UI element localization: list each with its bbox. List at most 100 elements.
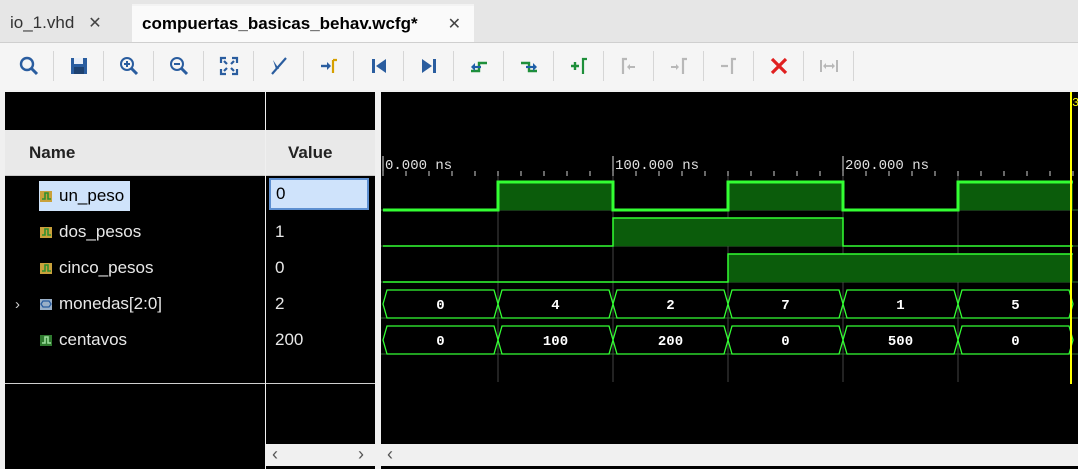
- next-marker-icon[interactable]: [666, 53, 692, 79]
- centavos-value: 500: [888, 334, 913, 350]
- high-fill: [728, 218, 843, 246]
- signal-value: 0: [275, 258, 285, 277]
- toolbar-separator: [503, 51, 504, 81]
- signal-name: un_peso: [59, 186, 125, 205]
- goto-end-icon[interactable]: [416, 53, 442, 79]
- zoom-out-icon[interactable]: [166, 53, 192, 79]
- name-pane: Name un_peso dos_pesos cinco_pesos › mon…: [5, 92, 265, 469]
- value-pane: Value 0 1 0 2 200 ‹ ›: [266, 92, 375, 469]
- value-cell-cinco-pesos[interactable]: 0: [275, 251, 284, 285]
- time-label: 100.000 ns: [615, 158, 699, 174]
- tab-bar: io_1.vhd ✕ compuertas_basicas_behav.wcfg…: [0, 0, 1078, 43]
- waveform-pane: 0.000 ns 100.000 ns 200.000 ns 0 4 2 7 1 5 0 100 2…: [381, 92, 1078, 469]
- close-icon[interactable]: ✕: [448, 14, 461, 34]
- toolbar-separator: [803, 51, 804, 81]
- toolbar-separator: [853, 51, 854, 81]
- bit-signal-icon: [40, 227, 52, 238]
- bit-signal-icon: [40, 191, 52, 202]
- monedas-value: 2: [666, 298, 674, 314]
- monedas-value: 5: [1011, 298, 1019, 314]
- toolbar-separator: [653, 51, 654, 81]
- name-column-header[interactable]: Name: [5, 130, 265, 176]
- swap-cursor-icon[interactable]: [816, 53, 842, 79]
- centavos-value: 200: [658, 334, 683, 350]
- signal-value: 1: [275, 222, 285, 241]
- tab-compuertas-basicas[interactable]: compuertas_basicas_behav.wcfg* ✕: [132, 4, 474, 42]
- signal-row-centavos[interactable]: centavos: [5, 323, 265, 357]
- value-column-header[interactable]: Value: [266, 130, 375, 176]
- toolbar-separator: [453, 51, 454, 81]
- centavos-value: 0: [436, 334, 444, 350]
- value-cell-centavos[interactable]: 200: [275, 323, 303, 357]
- monedas-value: 0: [436, 298, 444, 314]
- signal-row-dos-pesos[interactable]: dos_pesos: [5, 215, 265, 249]
- signal-row-un-peso[interactable]: un_peso: [5, 179, 265, 213]
- high-fill: [958, 182, 1073, 210]
- centavos-value: 100: [543, 334, 568, 350]
- toolbar-separator: [553, 51, 554, 81]
- scroll-left-icon[interactable]: ‹: [272, 444, 278, 465]
- value-cell-dos-pesos[interactable]: 1: [275, 215, 284, 249]
- tab-label: compuertas_basicas_behav.wcfg*: [142, 14, 418, 33]
- signal-row-monedas[interactable]: › monedas[2:0]: [5, 287, 265, 321]
- time-ruler: 0.000 ns 100.000 ns 200.000 ns: [382, 156, 1074, 176]
- close-icon[interactable]: ✕: [88, 13, 101, 33]
- toolbar-separator: [403, 51, 404, 81]
- goto-start-icon[interactable]: [366, 53, 392, 79]
- add-marker-icon[interactable]: [566, 53, 592, 79]
- bit-signal-icon: [40, 263, 52, 274]
- signal-value: 200: [275, 330, 304, 349]
- cursor-icon[interactable]: [266, 53, 292, 79]
- value-cell-un-peso[interactable]: 0: [269, 178, 369, 210]
- high-fill: [613, 218, 728, 246]
- scroll-right-icon[interactable]: ›: [358, 444, 364, 465]
- signal-selected-highlight: un_peso: [39, 181, 131, 211]
- expand-chevron-icon[interactable]: ›: [15, 296, 29, 313]
- signal-value: 0: [276, 184, 286, 203]
- horizontal-scrollbar[interactable]: ‹ ›: [266, 444, 375, 466]
- delete-icon[interactable]: [766, 53, 792, 79]
- value-cell-monedas[interactable]: 2: [275, 287, 284, 321]
- waveform-canvas[interactable]: 0.000 ns 100.000 ns 200.000 ns 0 4 2 7 1 5 0 100 2…: [381, 92, 1078, 444]
- toolbar: [0, 43, 1078, 90]
- next-transition-icon[interactable]: [516, 53, 542, 79]
- scroll-left-icon[interactable]: ‹: [387, 444, 393, 465]
- horizontal-scrollbar[interactable]: ‹: [381, 444, 1078, 466]
- high-fill: [498, 182, 613, 210]
- time-label: 200.000 ns: [845, 158, 929, 174]
- divider: [5, 383, 265, 384]
- goto-cursor-icon[interactable]: [316, 53, 342, 79]
- signal-value: 2: [275, 294, 285, 313]
- zoom-in-icon[interactable]: [116, 53, 142, 79]
- zoom-fit-icon[interactable]: [216, 53, 242, 79]
- toolbar-separator: [603, 51, 604, 81]
- tab-io-1[interactable]: io_1.vhd ✕: [0, 4, 132, 42]
- signal-name: centavos: [59, 330, 128, 349]
- cursor-label: 3: [1072, 96, 1078, 110]
- prev-transition-icon[interactable]: [466, 53, 492, 79]
- remove-marker-icon[interactable]: [716, 53, 742, 79]
- monedas-value: 4: [551, 298, 559, 314]
- prev-marker-icon[interactable]: [616, 53, 642, 79]
- signal-name: dos_pesos: [59, 222, 142, 241]
- divider: [266, 383, 375, 384]
- high-fill: [728, 182, 843, 210]
- signal-name: cinco_pesos: [59, 258, 154, 277]
- high-fill: [843, 254, 958, 282]
- centavos-value: 0: [1011, 334, 1019, 350]
- toolbar-separator: [353, 51, 354, 81]
- time-label: 0.000 ns: [385, 158, 452, 174]
- save-icon[interactable]: [66, 53, 92, 79]
- signal-row-cinco-pesos[interactable]: cinco_pesos: [5, 251, 265, 285]
- int-signal-icon: [40, 335, 52, 346]
- high-fill: [958, 254, 1073, 282]
- search-icon[interactable]: [16, 53, 42, 79]
- toolbar-separator: [203, 51, 204, 81]
- toolbar-separator: [53, 51, 54, 81]
- toolbar-separator: [153, 51, 154, 81]
- bus-signal-icon: [40, 299, 52, 310]
- high-fill: [728, 254, 843, 282]
- toolbar-separator: [703, 51, 704, 81]
- name-header-label: Name: [29, 142, 76, 162]
- monedas-value: 7: [781, 298, 789, 314]
